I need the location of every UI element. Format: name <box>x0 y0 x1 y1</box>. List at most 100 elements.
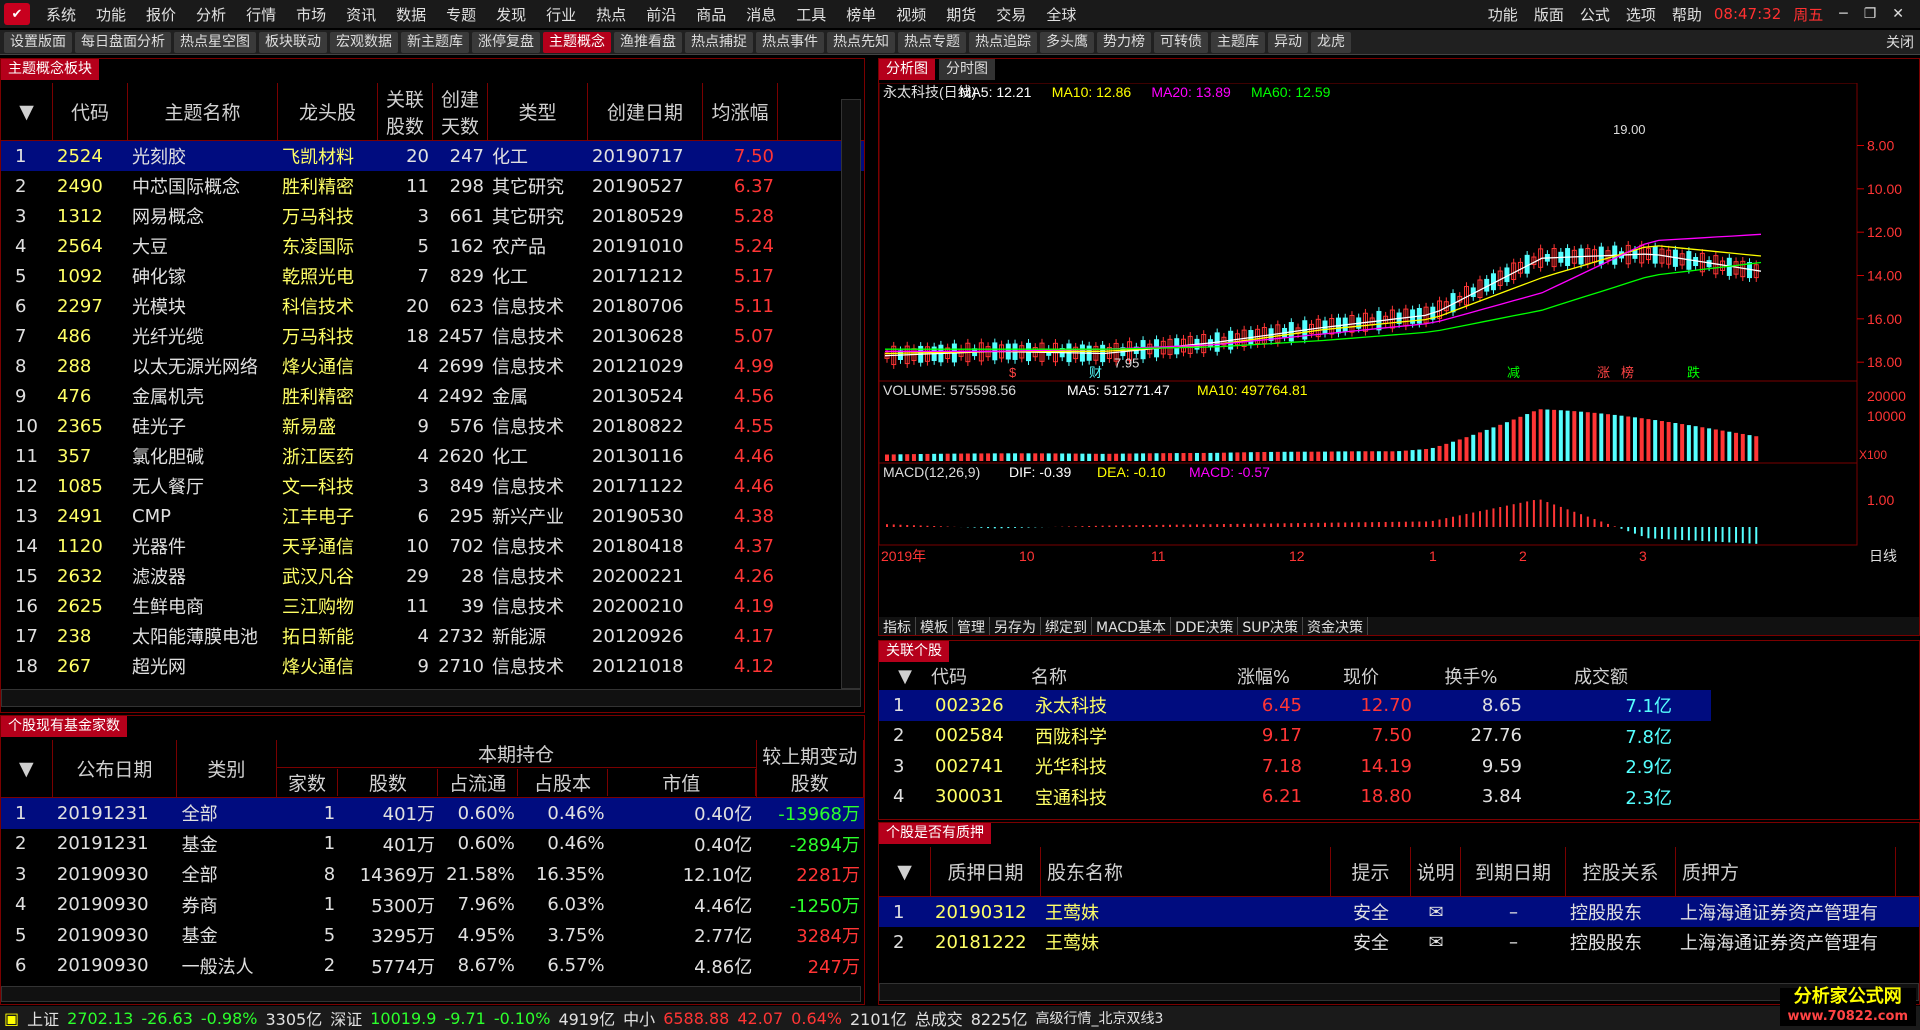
menu-item[interactable]: 功能 <box>86 4 136 25</box>
menu-item[interactable]: 市场 <box>286 4 336 25</box>
theme-row[interactable]: 16 2625 生鲜电商 三江购物 11 39 信息技术 20200210 4.19 <box>1 591 864 621</box>
menu-item[interactable]: 交易 <box>986 4 1036 25</box>
tab-close-button[interactable]: 关闭 <box>1886 32 1914 52</box>
col-type[interactable]: 类型 <box>488 83 588 140</box>
theme-row[interactable]: 5 1092 砷化镓 乾照光电 7 829 化工 20171212 5.17 <box>1 261 864 291</box>
chart-toolbar-item[interactable]: 另存为 <box>990 617 1041 635</box>
theme-row[interactable]: 9 476 金属机壳 胜利精密 4 2492 金属 20130524 4.56 <box>1 381 864 411</box>
tab-time-chart[interactable]: 分时图 <box>939 59 995 80</box>
col-note[interactable]: 说明 <box>1411 847 1461 896</box>
theme-row[interactable]: 11 357 氯化胆碱 浙江医药 4 2620 化工 20130116 4.46 <box>1 441 864 471</box>
chart-toolbar-item[interactable]: 指标 <box>879 617 916 635</box>
tab-item[interactable]: 异动 <box>1268 31 1308 53</box>
col-control[interactable]: 控股关系 <box>1566 847 1676 896</box>
tab-item[interactable]: 龙虎 <box>1311 31 1351 53</box>
col-name[interactable]: 名称 <box>1031 662 1221 690</box>
theme-row[interactable]: 12 1085 无人餐厅 文一科技 3 849 信息技术 20171122 4.46 <box>1 471 864 501</box>
kline-chart[interactable]: 永太科技(日线)MA5: 12.21 MA10: 12.86 MA20: 13.89… <box>879 83 1920 613</box>
fund-row[interactable]: 3 20190930 全部 8 14369万 21.58% 16.35% 12.10亿 2281… <box>1 859 864 890</box>
menu-item[interactable]: 榜单 <box>836 4 886 25</box>
tab-item[interactable]: 热点捕捉 <box>685 31 753 53</box>
col-code[interactable]: 代码 <box>53 83 128 140</box>
tab-item[interactable]: 渔推看盘 <box>614 31 682 53</box>
related-row[interactable]: 3 002741 光华科技 7.18 14.19 9.59 2.9亿 <box>879 751 1711 782</box>
related-row[interactable]: 4 300031 宝通科技 6.21 18.80 3.84 2.3亿 <box>879 782 1711 813</box>
menu-item[interactable]: 行情 <box>236 4 286 25</box>
menu-item[interactable]: 报价 <box>136 4 186 25</box>
menu-item[interactable]: 资讯 <box>336 4 386 25</box>
chart-toolbar-item[interactable]: 模板 <box>916 617 953 635</box>
tab-item[interactable]: 热点专题 <box>898 31 966 53</box>
tab-item[interactable]: 板块联动 <box>259 31 327 53</box>
theme-row[interactable]: 14 1120 光器件 天孚通信 10 702 信息技术 20180418 4.37 <box>1 531 864 561</box>
menu-item[interactable]: 专题 <box>436 4 486 25</box>
tab-item[interactable]: 宏观数据 <box>330 31 398 53</box>
menu-item[interactable]: 系统 <box>36 4 86 25</box>
sh-name[interactable]: 上证 <box>23 1006 63 1030</box>
col-pub-date[interactable]: 公布日期 <box>53 740 178 797</box>
col-expire[interactable]: 到期日期 <box>1461 847 1566 896</box>
col-pledge-date[interactable]: 质押日期 <box>931 847 1041 896</box>
theme-row[interactable]: 15 2632 滤波器 武汉凡谷 29 28 信息技术 20200221 4.26 <box>1 561 864 591</box>
tab-item[interactable]: 可转债 <box>1154 31 1208 53</box>
menu-item[interactable]: 全球 <box>1036 4 1086 25</box>
chart-toolbar-item[interactable]: SUP决策 <box>1238 617 1303 635</box>
tab-item[interactable]: 每日盘面分析 <box>75 31 171 53</box>
col-hint[interactable]: 提示 <box>1331 847 1411 896</box>
sz-name[interactable]: 深证 <box>326 1006 366 1030</box>
theme-row[interactable]: 8 288 以太无源光网络 烽火通信 4 2699 信息技术 20121029 4.99 <box>1 351 864 381</box>
sort-menu-icon[interactable]: ▼ <box>879 847 931 896</box>
tab-item[interactable]: 新主题库 <box>401 31 469 53</box>
menu-item[interactable]: 商品 <box>686 4 736 25</box>
menu-right-item[interactable]: 选项 <box>1618 4 1664 25</box>
tab-item[interactable]: 主题概念 <box>543 31 611 53</box>
sort-menu-icon[interactable]: ▼ <box>879 662 931 690</box>
theme-row[interactable]: 6 2297 光模块 科信技术 20 623 信息技术 20180706 5.11 <box>1 291 864 321</box>
col-created[interactable]: 创建 天数 <box>433 83 488 140</box>
col-change-pct[interactable]: 涨幅% <box>1221 662 1306 690</box>
chart-toolbar-item[interactable]: MACD基本 <box>1092 617 1171 635</box>
theme-row[interactable]: 2 2490 中芯国际概念 胜利精密 11 298 其它研究 20190527 6.37 <box>1 171 864 201</box>
sort-menu-icon[interactable]: ▼ <box>1 83 53 140</box>
pledge-row[interactable]: 1 20190312 王莺妹 安全 ✉ – 控股股东 上海海通证券资产管理有 <box>879 897 1919 927</box>
theme-row[interactable]: 7 486 光纤光缆 万马科技 18 2457 信息技术 20130628 5.07 <box>1 321 864 351</box>
menu-right-item[interactable]: 帮助 <box>1664 4 1710 25</box>
menu-item[interactable]: 数据 <box>386 4 436 25</box>
fund-row[interactable]: 2 20191231 基金 1 401万 0.60% 0.46% 0.40亿 -2894万 <box>1 829 864 860</box>
col-category[interactable]: 类别 <box>177 740 277 797</box>
chart-toolbar-item[interactable]: 资金决策 <box>1303 617 1368 635</box>
related-row[interactable]: 1 002326 永太科技 6.45 12.70 8.65 7.1亿 <box>879 690 1711 721</box>
col-turnover[interactable]: 换手% <box>1416 662 1526 690</box>
col-pledgee[interactable]: 质押方 <box>1676 847 1896 896</box>
col-holder[interactable]: 股东名称 <box>1041 847 1331 896</box>
col-name[interactable]: 主题名称 <box>128 83 278 140</box>
col-leader[interactable]: 龙头股 <box>278 83 378 140</box>
menu-item[interactable]: 发现 <box>486 4 536 25</box>
theme-row[interactable]: 10 2365 硅光子 新易盛 9 576 信息技术 20180822 4.55 <box>1 411 864 441</box>
restore-icon[interactable]: ❐ <box>1856 6 1885 22</box>
menu-right-item[interactable]: 版面 <box>1526 4 1572 25</box>
pledge-row[interactable]: 2 20181222 王莺妹 安全 ✉ – 控股股东 上海海通证券资产管理有 <box>879 927 1919 957</box>
tab-analysis-chart[interactable]: 分析图 <box>879 59 935 80</box>
pledge-h-scrollbar[interactable] <box>879 983 1919 1001</box>
col-total[interactable]: 占股本 <box>518 769 608 796</box>
fund-row[interactable]: 5 20190930 基金 5 3295万 4.95% 3.75% 2.77亿 3284万 <box>1 920 864 951</box>
col-amount[interactable]: 成交额 <box>1526 662 1676 690</box>
fund-row[interactable]: 4 20190930 券商 1 5300万 7.96% 6.03% 4.46亿 -1250万 <box>1 890 864 921</box>
server-name[interactable]: 高级行情_北京双线3 <box>1031 1008 1167 1028</box>
theme-row[interactable]: 17 238 太阳能薄膜电池 拓日新能 4 2732 新能源 20120926 4.17 <box>1 621 864 651</box>
theme-row[interactable]: 3 1312 网易概念 万马科技 3 661 其它研究 20180529 5.28 <box>1 201 864 231</box>
tab-item[interactable]: 涨停复盘 <box>472 31 540 53</box>
col-shares[interactable]: 股数 <box>338 769 439 796</box>
sort-menu-icon[interactable]: ▼ <box>1 740 53 797</box>
col-avg[interactable]: 均涨幅 <box>703 83 778 140</box>
tab-item[interactable]: 热点星空图 <box>174 31 256 53</box>
theme-row[interactable]: 18 267 超光网 烽火通信 9 2710 信息技术 20121018 4.12 <box>1 651 864 681</box>
theme-h-scrollbar[interactable] <box>1 689 861 707</box>
theme-row[interactable]: 1 2524 光刻胶 飞凯材料 20 247 化工 20190717 7.50 <box>1 141 864 171</box>
tab-item[interactable]: 热点先知 <box>827 31 895 53</box>
chart-toolbar-item[interactable]: DDE决策 <box>1171 617 1239 635</box>
tab-item[interactable]: 设置版面 <box>4 31 72 53</box>
tab-item[interactable]: 主题库 <box>1211 31 1265 53</box>
col-date[interactable]: 创建日期 <box>588 83 703 140</box>
